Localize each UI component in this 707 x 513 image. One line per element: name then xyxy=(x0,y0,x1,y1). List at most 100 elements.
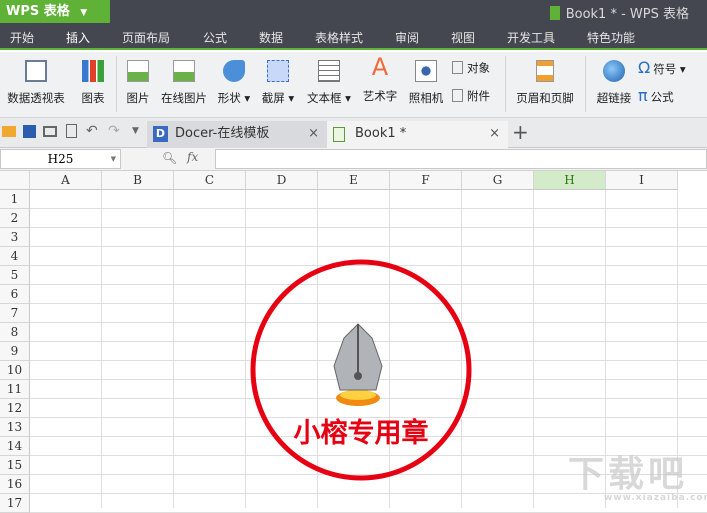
shape-icon xyxy=(223,60,245,82)
label: 数据透视表 xyxy=(7,91,65,105)
attachment-icon xyxy=(452,89,463,102)
row-header-4[interactable]: 4 xyxy=(0,247,30,266)
attachment-button[interactable]: 附件 xyxy=(452,88,498,104)
tab-page-layout[interactable]: 页面布局 xyxy=(122,29,170,46)
symbol-button[interactable]: Ω 符号 ▾ xyxy=(638,58,698,77)
hyperlink-button[interactable]: 超链接 xyxy=(594,60,634,106)
label: 图表 xyxy=(81,91,105,105)
seal-text: 小榕专用章 xyxy=(294,417,429,449)
tab-docer[interactable]: D Docer-在线模板 × xyxy=(147,121,327,148)
row-header-3[interactable]: 3 xyxy=(0,228,30,247)
ribbon: 数据透视表 图表 图片 在线图片 形状 ▾ 截屏 ▾ 文本框 ▾ A 艺术字 照相… xyxy=(0,52,707,118)
label: 超链接 xyxy=(596,91,632,105)
label: 照相机 xyxy=(408,91,444,105)
tab-view[interactable]: 视图 xyxy=(451,29,475,46)
row-header-17[interactable]: 17 xyxy=(0,494,30,513)
divider xyxy=(585,56,586,112)
row-header-10[interactable]: 10 xyxy=(0,361,30,380)
print-preview-icon[interactable] xyxy=(66,124,77,138)
column-header-A[interactable]: A xyxy=(30,171,102,190)
online-picture-button[interactable]: 在线图片 xyxy=(158,60,210,106)
column-header-E[interactable]: E xyxy=(318,171,390,190)
column-header-C[interactable]: C xyxy=(174,171,246,190)
column-header-G[interactable]: G xyxy=(462,171,534,190)
row-header-2[interactable]: 2 xyxy=(0,209,30,228)
chart-button[interactable]: 图表 xyxy=(78,60,108,106)
tab-special[interactable]: 特色功能 xyxy=(587,29,635,46)
tab-insert[interactable]: 插入 xyxy=(66,29,91,50)
camera-button[interactable]: 照相机 xyxy=(406,60,446,106)
select-all-corner[interactable] xyxy=(0,171,30,190)
gridline xyxy=(245,190,246,508)
tab-book1[interactable]: Book1 * × xyxy=(327,121,508,148)
wps-app-menu-button[interactable]: WPS 表格 ▼ xyxy=(0,0,110,23)
window-title: Book1 * - WPS 表格 xyxy=(549,3,689,22)
undo-icon[interactable]: ↶ xyxy=(86,123,98,139)
screenshot-button[interactable]: 截屏 ▾ xyxy=(260,60,296,106)
close-icon[interactable]: × xyxy=(489,121,500,147)
row-header-8[interactable]: 8 xyxy=(0,323,30,342)
divider xyxy=(116,56,117,112)
print-icon[interactable] xyxy=(43,126,57,137)
row-header-12[interactable]: 12 xyxy=(0,399,30,418)
column-header-H[interactable]: H xyxy=(534,171,606,190)
row-header-6[interactable]: 6 xyxy=(0,285,30,304)
formula-input[interactable] xyxy=(215,149,707,169)
column-header-F[interactable]: F xyxy=(390,171,462,190)
tab-home[interactable]: 开始 xyxy=(10,29,34,46)
wordart-button[interactable]: A 艺术字 xyxy=(360,55,400,104)
title-bar: WPS 表格 ▼ Book1 * - WPS 表格 xyxy=(0,0,707,24)
docer-icon: D xyxy=(153,126,168,142)
watermark-text: 下载吧 xyxy=(568,454,689,495)
customize-dropdown-icon[interactable]: ▼ xyxy=(132,126,139,136)
textbox-button[interactable]: 文本框 ▾ xyxy=(304,60,354,106)
cell-reference: H25 xyxy=(47,152,74,166)
tab-formulas[interactable]: 公式 xyxy=(203,29,227,46)
zoom-search-icon[interactable]: 🔍︎ xyxy=(162,151,177,165)
gridline xyxy=(533,190,534,508)
column-header-D[interactable]: D xyxy=(246,171,318,190)
row-header-14[interactable]: 14 xyxy=(0,437,30,456)
row-header-9[interactable]: 9 xyxy=(0,342,30,361)
spreadsheet-icon xyxy=(333,127,345,142)
row-header-11[interactable]: 11 xyxy=(0,380,30,399)
fx-button[interactable]: fx xyxy=(187,150,198,164)
row-header-13[interactable]: 13 xyxy=(0,418,30,437)
row-header-15[interactable]: 15 xyxy=(0,456,30,475)
label: 图片 xyxy=(126,91,150,105)
label: 形状 xyxy=(217,91,241,105)
formula-bar: H25 ▼ 🔍︎ fx xyxy=(0,148,707,171)
open-icon[interactable] xyxy=(2,126,16,137)
new-tab-plus-icon[interactable]: + xyxy=(512,120,529,144)
object-button[interactable]: 对象 xyxy=(452,60,498,76)
gridline xyxy=(30,227,707,228)
row-header-16[interactable]: 16 xyxy=(0,475,30,494)
tab-data[interactable]: 数据 xyxy=(259,29,283,46)
name-box[interactable]: H25 ▼ xyxy=(0,149,121,169)
tab-label: Book1 * xyxy=(355,126,407,141)
tab-table-style[interactable]: 表格样式 xyxy=(315,29,363,46)
pivot-table-button[interactable]: 数据透视表 xyxy=(5,60,67,106)
dropdown-icon: ▼ xyxy=(110,155,116,163)
label: 页眉和页脚 xyxy=(516,91,574,105)
gridline xyxy=(173,190,174,508)
tab-review[interactable]: 审阅 xyxy=(395,29,419,46)
row-header-5[interactable]: 5 xyxy=(0,266,30,285)
column-header-B[interactable]: B xyxy=(102,171,174,190)
save-icon[interactable] xyxy=(23,125,36,138)
redo-icon[interactable]: ↷ xyxy=(108,123,120,139)
row-header-1[interactable]: 1 xyxy=(0,190,30,209)
camera-icon xyxy=(415,60,437,82)
header-footer-button[interactable]: 页眉和页脚 xyxy=(512,60,578,106)
label: 符号 xyxy=(653,62,677,76)
seal-stamp[interactable]: 小榕专用章 xyxy=(248,258,474,484)
tab-developer[interactable]: 开发工具 xyxy=(507,29,555,46)
column-header-I[interactable]: I xyxy=(606,171,678,190)
gridline xyxy=(30,208,707,209)
window-title-text: Book1 * - WPS 表格 xyxy=(565,7,689,22)
equation-button[interactable]: π 公式 xyxy=(638,86,698,105)
row-header-7[interactable]: 7 xyxy=(0,304,30,323)
close-icon[interactable]: × xyxy=(308,121,319,147)
shape-button[interactable]: 形状 ▾ xyxy=(216,60,252,106)
picture-button[interactable]: 图片 xyxy=(124,60,152,106)
